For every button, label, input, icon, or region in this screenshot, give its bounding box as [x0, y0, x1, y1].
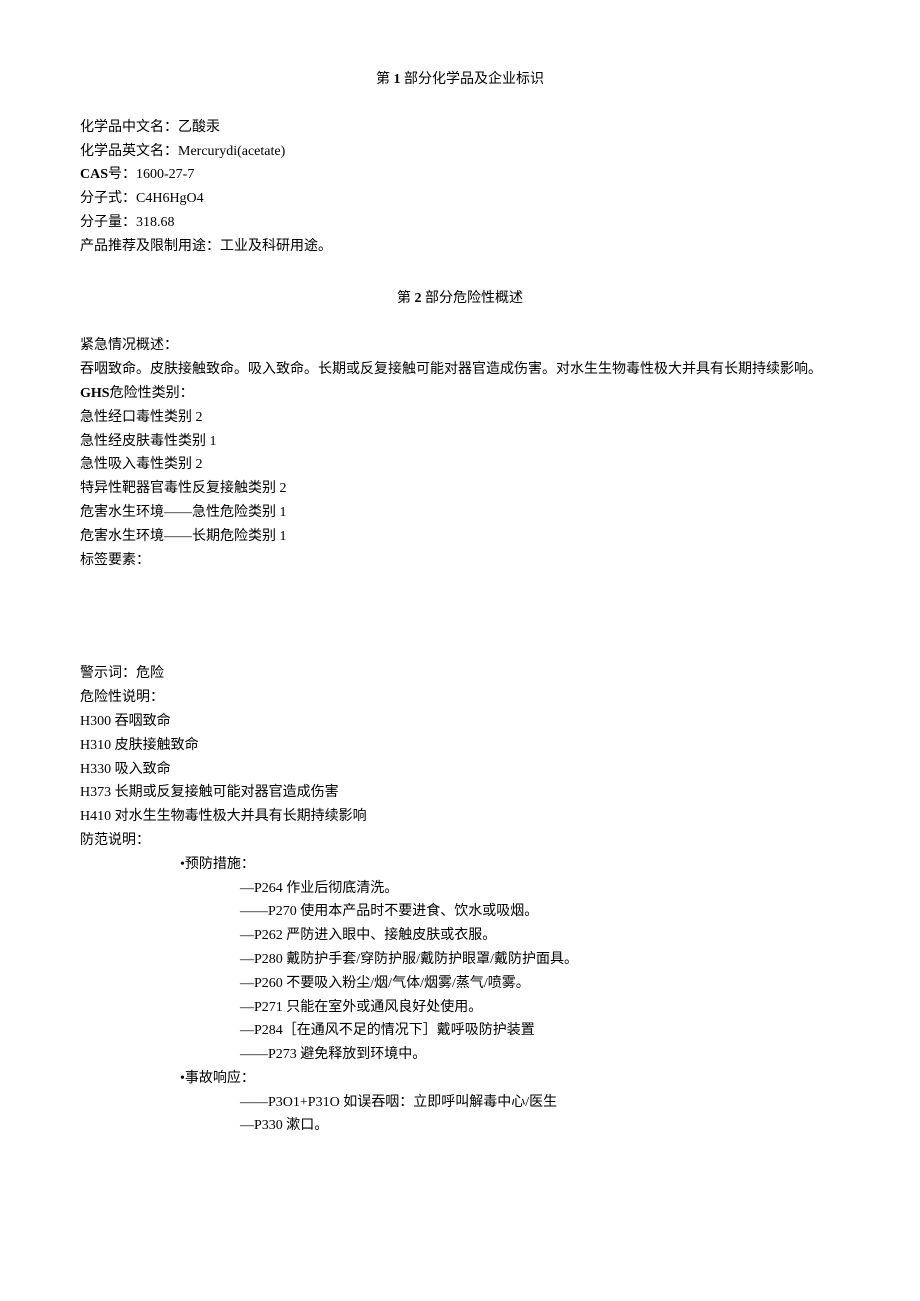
- prevention-7: ——P273 避免释放到环境中。: [80, 1043, 840, 1067]
- chem-name-cn: 乙酸汞: [178, 120, 220, 135]
- cas-value: 1600-27-7: [136, 167, 194, 182]
- prevention-5: —P271 只能在室外或通风良好处使用。: [80, 996, 840, 1020]
- prevention-header: •预防措施：: [80, 853, 840, 877]
- formula-label: 分子式：: [80, 191, 136, 206]
- s2-suffix: 部分危险性概述: [425, 291, 523, 306]
- use-line: 产品推荐及限制用途：工业及科研用途。: [80, 235, 840, 259]
- s1-num-val: 1: [394, 72, 401, 87]
- emergency-label: 紧急情况概述：: [80, 334, 840, 358]
- ghs-heading: GHS危险性类别：: [80, 382, 840, 406]
- hazard-2: H330 吸入致命: [80, 758, 840, 782]
- ghs-cat-2: 急性吸入毒性类别 2: [80, 453, 840, 477]
- formula-line: 分子式：C4H6HgO4: [80, 187, 840, 211]
- chem-name-cn-line: 化学品中文名：乙酸汞: [80, 116, 840, 140]
- chem-name-en-label: 化学品英文名：: [80, 144, 178, 159]
- ghs-cat-0: 急性经口毒性类别 2: [80, 406, 840, 430]
- cas-line: CAS号：1600-27-7: [80, 163, 840, 187]
- emergency-text: 吞咽致命。皮肤接触致命。吸入致命。长期或反复接触可能对器官造成伤害。对水生生物毒…: [80, 358, 840, 382]
- use-value: 工业及科研用途。: [220, 239, 332, 254]
- chem-name-en: Mercurydi(acetate): [178, 144, 285, 159]
- hazard-3: H373 长期或反复接触可能对器官造成伤害: [80, 781, 840, 805]
- prevention-4: —P260 不要吸入粉尘/烟/气体/烟雾/蒸气/喷雾。: [80, 972, 840, 996]
- cas-label: CAS: [80, 167, 108, 182]
- hazard-1: H310 皮肤接触致命: [80, 734, 840, 758]
- s2-prefix: 第: [397, 291, 411, 306]
- s1-suffix: 部分化学品及企业标识: [404, 72, 544, 87]
- prevention-2: —P262 严防进入眼中、接触皮肤或衣服。: [80, 924, 840, 948]
- signal-label: 警示词：: [80, 666, 136, 681]
- mw-value: 318.68: [136, 215, 175, 230]
- signal-value: 危险: [136, 666, 164, 681]
- response-0: ——P3O1+P31O 如误吞咽：立即呼叫解毒中心/医生: [80, 1091, 840, 1115]
- response-header: •事故响应：: [80, 1067, 840, 1091]
- section1-title: 第 1 部分化学品及企业标识: [80, 68, 840, 92]
- ghs-label-suffix: 危险性类别：: [110, 386, 194, 401]
- ghs-label: GHS: [80, 386, 110, 401]
- section2-title: 第 2 部分危险性概述: [80, 287, 840, 311]
- ghs-cat-3: 特异性靶器官毒性反复接触类别 2: [80, 477, 840, 501]
- formula-value: C4H6HgO4: [136, 191, 204, 206]
- hazard-stmt-label: 危险性说明：: [80, 686, 840, 710]
- use-label: 产品推荐及限制用途：: [80, 239, 220, 254]
- label-elements: 标签要素：: [80, 549, 840, 573]
- s1-prefix: 第: [376, 72, 390, 87]
- signal-line: 警示词：危险: [80, 662, 840, 686]
- precaution-label: 防范说明：: [80, 829, 840, 853]
- prevention-0: —P264 作业后彻底清洗。: [80, 877, 840, 901]
- cas-label-suffix: 号：: [108, 167, 136, 182]
- pictogram-placeholder: [80, 572, 840, 662]
- prevention-1: ——P270 使用本产品时不要进食、饮水或吸烟。: [80, 900, 840, 924]
- ghs-cat-4: 危害水生环境——急性危险类别 1: [80, 501, 840, 525]
- response-1: —P330 漱口。: [80, 1114, 840, 1138]
- prevention-6: —P284［在通风不足的情况下］戴呼吸防护装置: [80, 1019, 840, 1043]
- chem-name-en-line: 化学品英文名：Mercurydi(acetate): [80, 140, 840, 164]
- mw-line: 分子量：318.68: [80, 211, 840, 235]
- ghs-cat-5: 危害水生环境——长期危险类别 1: [80, 525, 840, 549]
- s2-num-val: 2: [415, 291, 422, 306]
- ghs-cat-1: 急性经皮肤毒性类别 1: [80, 430, 840, 454]
- hazard-4: H410 对水生生物毒性极大并具有长期持续影响: [80, 805, 840, 829]
- hazard-0: H300 吞咽致命: [80, 710, 840, 734]
- chem-name-cn-label: 化学品中文名：: [80, 120, 178, 135]
- mw-label: 分子量：: [80, 215, 136, 230]
- prevention-3: —P280 戴防护手套/穿防护服/戴防护眼罩/戴防护面具。: [80, 948, 840, 972]
